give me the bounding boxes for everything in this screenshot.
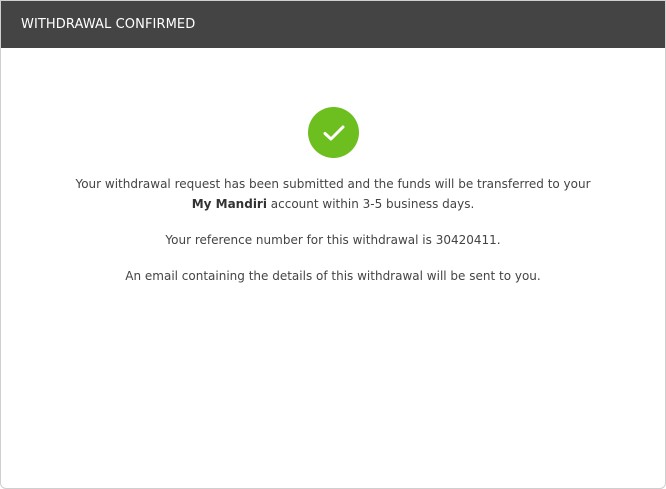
submission-message-suffix: account within 3-5 business days. [266,197,475,211]
submission-message-line2: My Mandiri account within 3-5 business d… [1,194,665,214]
submission-message-line1: Your withdrawal request has been submitt… [75,177,591,191]
submission-message: Your withdrawal request has been submitt… [1,174,665,214]
dialog-title: WITHDRAWAL CONFIRMED [21,17,196,32]
dialog-header: WITHDRAWAL CONFIRMED [1,1,665,48]
email-notice-message: An email containing the details of this … [125,269,541,283]
withdrawal-confirmed-dialog: WITHDRAWAL CONFIRMED Your withdrawal req… [0,0,666,489]
account-name: My Mandiri [191,197,267,211]
reference-number-message: Your reference number for this withdrawa… [165,233,501,247]
check-icon [308,107,359,158]
